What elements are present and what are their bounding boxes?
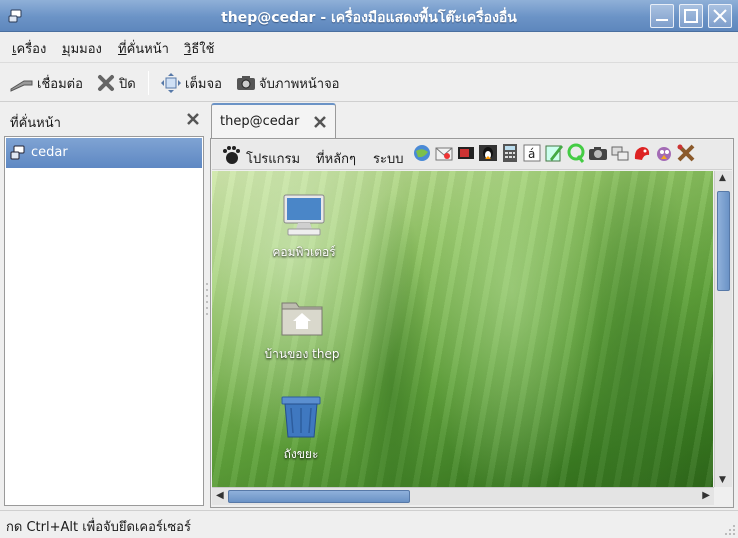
vertical-scrollbar[interactable]: ▲ ▼ — [714, 171, 732, 487]
trash-icon — [277, 393, 325, 441]
scroll-up-arrow[interactable]: ▲ — [719, 173, 726, 183]
connect-icon — [10, 80, 33, 92]
window-title: thep@cedar - เครื่องมือแสดงพื้นโต๊ะเครื่… — [221, 10, 517, 26]
camera-icon[interactable] — [588, 143, 608, 165]
menu-view[interactable]: มุมมอง — [62, 38, 102, 59]
close-window-button[interactable] — [708, 4, 732, 28]
tools-icon[interactable] — [676, 143, 696, 165]
character-map-icon[interactable]: á — [522, 143, 542, 165]
close-icon — [187, 113, 199, 125]
horizontal-scrollbar[interactable]: ◀ ▶ — [212, 487, 714, 505]
bookmark-label: cedar — [31, 145, 68, 160]
remote-desktop-view[interactable]: โปรแกรม ที่หลักๆ ระบบ á คอมพิวเตอร์ บ้าน… — [212, 140, 732, 506]
remote-top-panel: โปรแกรม ที่หลักๆ ระบบ á — [212, 140, 732, 170]
scroll-left-arrow[interactable]: ◀ — [216, 490, 224, 501]
terminal-icon[interactable] — [478, 143, 498, 165]
close-icon — [713, 9, 727, 23]
toolbar-separator — [148, 71, 149, 95]
desktop-icon-label: บ้านของ thep — [264, 347, 340, 361]
desktop-icon-label: ถังขยะ — [283, 447, 319, 461]
app-icon[interactable] — [8, 8, 24, 24]
close-connection-button[interactable]: ปิด — [96, 71, 136, 95]
close-icon — [314, 116, 326, 128]
bookmarks-title: ที่คั่นหน้า — [10, 116, 61, 131]
panel-menu-system[interactable]: ระบบ — [373, 148, 403, 169]
close-label: ปิด — [119, 76, 136, 92]
minimize-button[interactable] — [650, 4, 674, 28]
desktop-icon-home[interactable]: บ้านของ thep — [247, 293, 357, 364]
toolbar: เชื่อมต่อ ปิด เต็มจอ จับภาพหน้าจอ — [0, 62, 738, 102]
scroll-down-arrow[interactable]: ▼ — [719, 475, 726, 485]
close-tab-button[interactable] — [313, 115, 327, 133]
desktop-icon-label: คอมพิวเตอร์ — [272, 245, 336, 259]
computer-icon — [280, 191, 328, 239]
svg-text:á: á — [528, 147, 535, 161]
camera-icon — [237, 76, 255, 90]
maximize-icon — [684, 9, 698, 23]
horizontal-scroll-thumb[interactable] — [228, 490, 410, 503]
connect-label: เชื่อมต่อ — [37, 76, 83, 92]
menu-bar: เครื่อง มุมมอง ที่คั่นหน้า วิธีใช้ — [0, 33, 738, 61]
screenshot-button[interactable]: จับภาพหน้าจอ — [236, 71, 340, 95]
remote-wallpaper[interactable]: คอมพิวเตอร์ บ้านของ thep ถังขยะ — [212, 171, 713, 487]
qt-icon[interactable] — [566, 143, 586, 165]
scroll-right-arrow[interactable]: ▶ — [702, 490, 710, 501]
mail-icon[interactable] — [434, 143, 454, 165]
gnome-foot-icon[interactable] — [220, 145, 240, 169]
pane-splitter[interactable] — [205, 280, 209, 320]
games-icon[interactable] — [632, 143, 652, 165]
panel-launchers: á — [412, 143, 696, 165]
home-folder-icon — [278, 293, 326, 341]
menu-machine[interactable]: เครื่อง — [12, 38, 46, 59]
text-editor-icon[interactable] — [544, 143, 564, 165]
fullscreen-label: เต็มจอ — [185, 76, 222, 92]
bookmarks-list: cedar — [4, 136, 204, 506]
desktop-icon-computer[interactable]: คอมพิวเตอร์ — [249, 191, 359, 262]
close-x-icon — [98, 75, 114, 91]
panel-menu-applications[interactable]: โปรแกรม — [246, 148, 300, 169]
tab-thep-cedar[interactable]: thep@cedar — [211, 103, 336, 139]
menu-bookmarks[interactable]: ที่คั่นหน้า — [118, 38, 169, 59]
maximize-button[interactable] — [679, 4, 703, 28]
close-sidebar-button[interactable] — [186, 112, 200, 130]
remote-machine-icon — [10, 145, 26, 165]
bookmarks-header: ที่คั่นหน้า — [4, 104, 204, 136]
bookmark-item-cedar[interactable]: cedar — [6, 138, 202, 168]
status-bar: กด Ctrl+Alt เพื่อจับยึดเคอร์เซอร์ — [0, 510, 738, 538]
vertical-scroll-thumb[interactable] — [717, 191, 730, 291]
title-bar[interactable]: thep@cedar - เครื่องมือแสดงพื้นโต๊ะเครื่… — [0, 0, 738, 32]
screenshot-label: จับภาพหน้าจอ — [259, 76, 340, 92]
chat-icon[interactable] — [654, 143, 674, 165]
fullscreen-icon — [161, 73, 181, 93]
presentation-icon[interactable] — [456, 143, 476, 165]
browser-icon[interactable] — [412, 143, 432, 165]
fullscreen-button[interactable]: เต็มจอ — [160, 71, 222, 95]
resize-grip[interactable] — [724, 524, 736, 536]
status-text: กด Ctrl+Alt เพื่อจับยึดเคอร์เซอร์ — [6, 520, 191, 535]
desktop-icon-trash[interactable]: ถังขยะ — [246, 393, 356, 464]
minimize-icon — [656, 19, 668, 21]
calculator-icon[interactable] — [500, 143, 520, 165]
tab-label: thep@cedar — [220, 114, 300, 129]
menu-help[interactable]: วิธีใช้ — [184, 38, 214, 59]
connect-button[interactable]: เชื่อมต่อ — [10, 71, 83, 95]
panel-menu-places[interactable]: ที่หลักๆ — [316, 148, 356, 169]
network-icon[interactable] — [610, 143, 630, 165]
